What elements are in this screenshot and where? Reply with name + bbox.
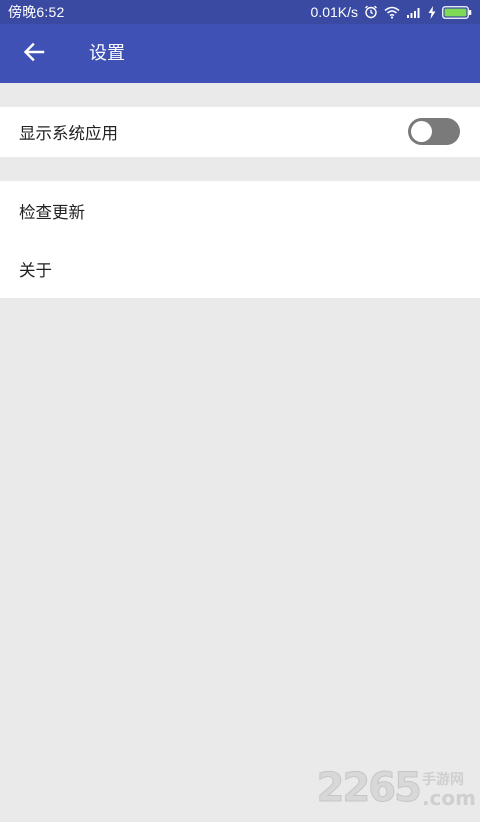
settings-group-display: 显示系统应用 <box>0 107 480 157</box>
watermark-digits: 2265 <box>316 765 422 811</box>
toggle-knob <box>411 121 432 142</box>
arrow-left-icon <box>23 42 45 66</box>
setting-label: 关于 <box>19 261 52 280</box>
setting-check-update[interactable]: 检查更新 <box>0 181 480 240</box>
watermark-logo: 2265 手游网 .com <box>316 765 476 811</box>
setting-about[interactable]: 关于 <box>0 240 480 298</box>
signal-icon <box>406 6 422 18</box>
alarm-icon <box>364 5 378 19</box>
status-icons: 0.01K/s <box>311 4 472 20</box>
battery-icon <box>442 5 472 19</box>
status-bar: 傍晚6:52 0.01K/s <box>0 0 480 24</box>
app-bar: 设置 <box>0 24 480 83</box>
page-title: 设置 <box>89 43 125 64</box>
status-time: 傍晚6:52 <box>8 4 65 20</box>
show-system-apps-toggle[interactable] <box>408 118 460 145</box>
back-button[interactable] <box>14 37 54 71</box>
wifi-icon <box>384 6 400 19</box>
network-speed: 0.01K/s <box>310 4 358 20</box>
settings-group-general: 检查更新 关于 <box>0 181 480 298</box>
setting-show-system-apps[interactable]: 显示系统应用 <box>0 107 480 157</box>
setting-label: 检查更新 <box>19 202 85 222</box>
setting-label: 显示系统应用 <box>19 124 118 143</box>
watermark-domain: .com <box>421 786 476 810</box>
charging-icon <box>428 5 436 19</box>
